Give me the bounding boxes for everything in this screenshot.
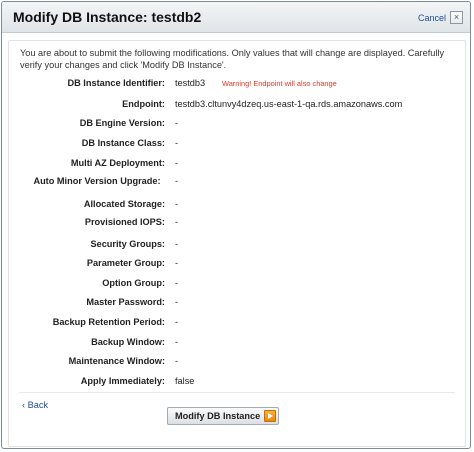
row-label: Allocated Storage: xyxy=(83,199,165,209)
row-value: - xyxy=(175,199,179,209)
row-label: Provisioned IOPS: xyxy=(84,217,165,227)
modify-db-instance-dialog: Modify DB Instance: testdb2 Cancel × You… xyxy=(1,1,471,449)
row-value: - xyxy=(175,217,179,227)
row-parameter-group: Parameter Group: - xyxy=(9,258,459,272)
arrow-right-icon xyxy=(264,410,276,422)
row-db-instance-identifier: DB Instance Identifier: testdb3 Warning!… xyxy=(9,78,459,92)
row-value: - xyxy=(175,239,179,249)
row-label: Backup Retention Period: xyxy=(52,317,165,327)
row-allocated-storage: Allocated Storage: - xyxy=(9,199,459,213)
row-auto-minor-version-upgrade: Auto Minor Version Upgrade: - xyxy=(9,176,459,190)
row-value: - xyxy=(175,297,179,307)
row-security-groups: Security Groups: - xyxy=(9,239,459,253)
row-label: Endpoint: xyxy=(122,99,165,109)
back-link[interactable]: ‹ Back xyxy=(22,400,48,410)
row-label: Maintenance Window: xyxy=(68,356,165,366)
row-backup-window: Backup Window: - xyxy=(9,337,459,351)
footer-divider xyxy=(19,392,455,393)
row-value: - xyxy=(175,337,179,347)
row-value: false xyxy=(175,376,195,386)
row-db-instance-class: DB Instance Class: - xyxy=(9,138,459,152)
row-backup-retention-period: Backup Retention Period: - xyxy=(9,317,459,331)
row-label: Backup Window: xyxy=(91,337,165,347)
row-option-group: Option Group: - xyxy=(9,278,459,292)
intro-text: You are about to submit the following mo… xyxy=(20,48,445,70)
dialog-titlebar: Modify DB Instance: testdb2 Cancel × xyxy=(2,2,470,33)
row-provisioned-iops: Provisioned IOPS: - xyxy=(9,217,459,231)
row-value: - xyxy=(175,176,179,186)
row-db-engine-version: DB Engine Version: - xyxy=(9,118,459,132)
row-label: Multi AZ Deployment: xyxy=(70,158,165,168)
endpoint-warning: Warning! Endpoint will also change xyxy=(222,79,337,88)
row-value: - xyxy=(175,356,179,366)
row-label: Apply Immediately: xyxy=(80,376,165,386)
row-label: Master Password: xyxy=(86,297,165,307)
row-maintenance-window: Maintenance Window: - xyxy=(9,356,459,370)
row-value: - xyxy=(175,258,179,268)
row-value: - xyxy=(175,138,179,148)
row-label: Parameter Group: xyxy=(86,258,165,268)
close-icon[interactable]: × xyxy=(450,11,463,24)
row-value: - xyxy=(175,158,179,168)
row-value: - xyxy=(175,278,179,288)
row-label: Security Groups: xyxy=(90,239,165,249)
modify-button-label: Modify DB Instance xyxy=(175,411,261,421)
cancel-area: Cancel × xyxy=(418,11,463,24)
row-endpoint: Endpoint: testdb3.cltunvy4dzeq.us-east-1… xyxy=(9,99,459,113)
row-value: - xyxy=(175,118,179,128)
row-value: testdb3 xyxy=(175,78,206,88)
row-multi-az-deployment: Multi AZ Deployment: - xyxy=(9,158,459,172)
row-master-password: Master Password: - xyxy=(9,297,459,311)
modify-db-instance-button[interactable]: Modify DB Instance xyxy=(167,407,279,425)
cancel-link[interactable]: Cancel xyxy=(418,13,446,23)
row-value: testdb3.cltunvy4dzeq.us-east-1-qa.rds.am… xyxy=(175,99,403,109)
row-label: DB Instance Identifier: xyxy=(67,78,165,88)
dialog-title: Modify DB Instance: testdb2 xyxy=(13,9,202,25)
row-label: DB Engine Version: xyxy=(79,118,165,128)
row-label: DB Instance Class: xyxy=(81,138,165,148)
row-label: Auto Minor Version Upgrade: xyxy=(33,176,161,186)
row-label: Option Group: xyxy=(102,278,165,288)
row-value: - xyxy=(175,317,179,327)
row-apply-immediately: Apply Immediately: false xyxy=(9,376,459,390)
dialog-content: You are about to submit the following mo… xyxy=(8,40,466,447)
